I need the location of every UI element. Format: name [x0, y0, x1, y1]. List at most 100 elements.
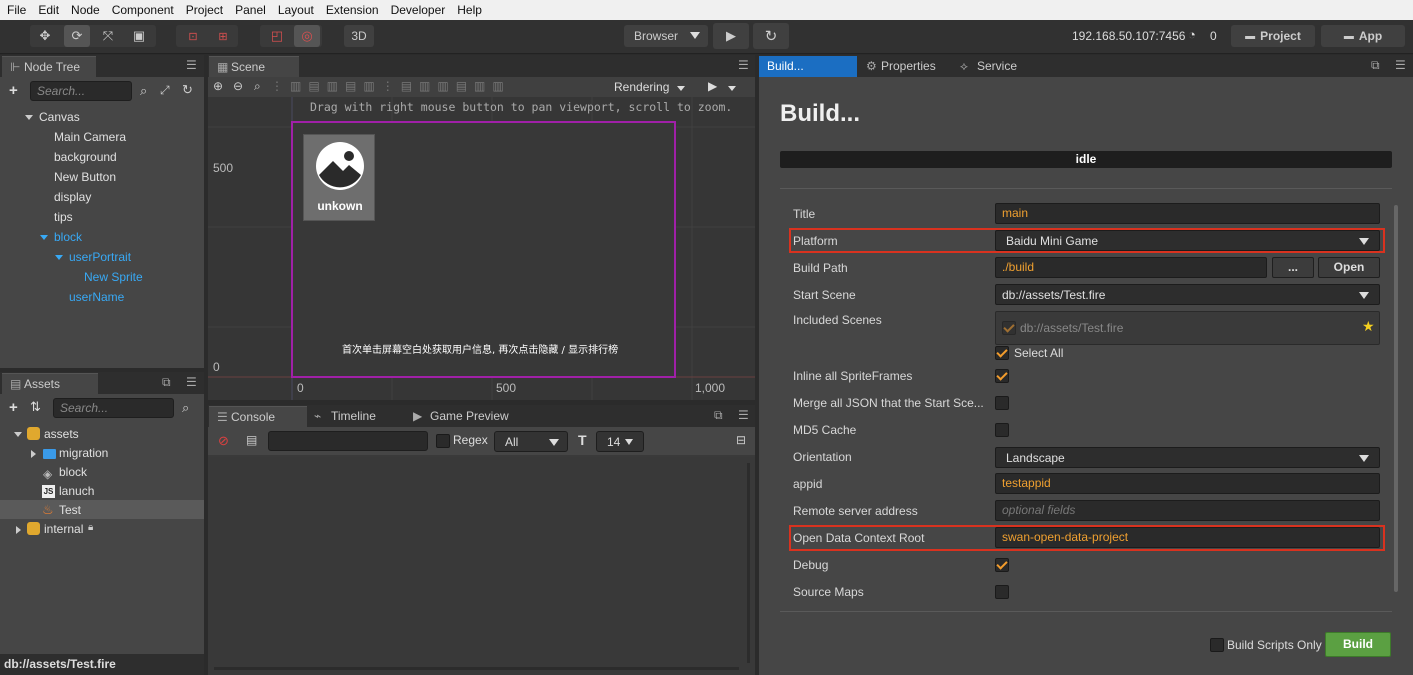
tree-node-user-portrait[interactable]: userPortrait [69, 250, 131, 264]
console-scrollbar[interactable] [747, 463, 750, 663]
menu-panel[interactable]: Panel [229, 3, 272, 17]
expand-icon[interactable]: ⤢ [160, 83, 170, 98]
remote-input[interactable]: optional fields [995, 500, 1380, 521]
menu-project[interactable]: Project [180, 3, 229, 17]
tab-timeline[interactable]: ⌁ Timeline [309, 406, 413, 427]
align-tools-icon[interactable]: ⋮▥▤▥▤▥⋮▤▥▥▤▥▥ [271, 79, 511, 93]
project-button[interactable]: ▬ Project [1231, 25, 1315, 47]
chevron-down-icon[interactable] [728, 86, 736, 91]
panel-menu-icon[interactable]: ☰ [1395, 59, 1407, 71]
select-all-checkbox[interactable] [995, 346, 1009, 360]
orientation-select[interactable]: Landscape [995, 447, 1380, 468]
rotate-tool-icon[interactable]: ⟳ [64, 25, 90, 47]
tree-node-background[interactable]: background [54, 150, 117, 164]
merge-checkbox[interactable] [995, 396, 1009, 410]
platform-select[interactable]: Baidu Mini Game [995, 230, 1380, 251]
asset-test[interactable]: Test [59, 503, 81, 517]
tree-node-tips[interactable]: tips [54, 210, 73, 224]
maximize-icon[interactable]: ⧉ [714, 409, 726, 421]
asset-assets[interactable]: assets [44, 427, 79, 441]
zoom-out-icon[interactable]: ⊖ [233, 79, 243, 93]
scene-viewport[interactable]: Drag with right mouse button to pan view… [208, 97, 755, 400]
panel-menu-icon[interactable]: ☰ [186, 59, 198, 71]
regex-checkbox[interactable] [436, 434, 450, 448]
collapse-icon[interactable]: ⊟ [736, 433, 746, 447]
clear-icon[interactable]: ⊘ [218, 433, 229, 449]
chevron-down-icon[interactable] [14, 432, 22, 437]
open-data-input[interactable]: swan-open-data-project [995, 527, 1380, 548]
chevron-down-icon[interactable] [40, 235, 48, 240]
chevron-right-icon[interactable] [16, 526, 21, 534]
browse-button[interactable]: ... [1272, 257, 1314, 278]
tab-console[interactable]: ☰ Console [209, 406, 307, 427]
rendering-select[interactable]: Rendering [614, 80, 669, 94]
zoom-in-icon[interactable]: ⊕ [213, 79, 223, 93]
asset-migration[interactable]: migration [59, 446, 108, 460]
panel-menu-icon[interactable]: ☰ [738, 59, 750, 71]
app-button[interactable]: ▬ App [1321, 25, 1405, 47]
console-hscrollbar[interactable] [214, 667, 739, 670]
mode-3d-button[interactable]: 3D [344, 25, 374, 47]
sort-icon[interactable]: ⇅ [30, 399, 41, 415]
chevron-down-icon[interactable] [677, 86, 685, 91]
tab-game-preview[interactable]: ▶ Game Preview [408, 406, 524, 427]
tab-node-tree[interactable]: ⊩ Node Tree [2, 56, 96, 77]
scene-checkbox[interactable] [1002, 321, 1016, 335]
tree-node-new-button[interactable]: New Button [54, 170, 116, 184]
add-node-icon[interactable]: + [9, 82, 18, 99]
menu-edit[interactable]: Edit [32, 3, 65, 17]
tab-properties[interactable]: ⚙ Properties [859, 56, 951, 77]
tree-node-new-sprite[interactable]: New Sprite [84, 270, 143, 284]
appid-input[interactable]: testappid [995, 473, 1380, 494]
add-asset-icon[interactable]: + [9, 399, 18, 416]
asset-lanuch[interactable]: lanuch [59, 484, 94, 498]
chevron-down-icon[interactable] [25, 115, 33, 120]
panel-menu-icon[interactable]: ☰ [738, 409, 750, 421]
asset-block[interactable]: block [59, 465, 87, 479]
menu-extension[interactable]: Extension [320, 3, 385, 17]
refresh-icon[interactable]: ↻ [182, 82, 193, 98]
tree-node-main-camera[interactable]: Main Camera [54, 130, 126, 144]
menu-layout[interactable]: Layout [272, 3, 320, 17]
maximize-icon[interactable]: ⧉ [1371, 59, 1383, 71]
play-button[interactable]: ▶ [713, 23, 749, 49]
title-input[interactable]: main [995, 203, 1380, 224]
menu-file[interactable]: File [0, 3, 32, 17]
tree-node-user-name[interactable]: userName [69, 290, 124, 304]
tab-assets[interactable]: ▤ Assets [2, 373, 98, 394]
open-button[interactable]: Open [1318, 257, 1380, 278]
tree-node-canvas[interactable]: Canvas [39, 110, 80, 124]
local-icon[interactable]: ⊞ [210, 25, 236, 47]
build-path-input[interactable]: ./build [995, 257, 1267, 278]
build-scrollbar[interactable] [1394, 205, 1398, 592]
move-tool-icon[interactable]: ✥ [33, 25, 57, 47]
search-icon[interactable]: ⌕ [182, 400, 189, 416]
pivot-icon[interactable]: ⊡ [180, 25, 206, 47]
menu-component[interactable]: Component [106, 3, 180, 17]
maximize-icon[interactable]: ⧉ [162, 376, 174, 388]
rect-tool-icon[interactable]: ▣ [127, 25, 151, 47]
scale-tool-icon[interactable]: ⤧ [96, 25, 120, 47]
zoom-reset-icon[interactable]: ⌕ [254, 79, 261, 94]
source-maps-checkbox[interactable] [995, 585, 1009, 599]
user-portrait-sprite[interactable]: unkown [303, 134, 375, 221]
start-scene-select[interactable]: db://assets/Test.fire [995, 284, 1380, 305]
asset-search-input[interactable]: Search... [53, 398, 174, 418]
menu-help[interactable]: Help [451, 3, 488, 17]
refresh-button[interactable]: ↻ [753, 23, 789, 49]
chevron-right-icon[interactable] [31, 450, 36, 458]
camera-icon[interactable]: ▶ [708, 79, 717, 93]
menu-developer[interactable]: Developer [385, 3, 452, 17]
gizmo-icon[interactable]: ◎ [294, 25, 320, 47]
node-search-input[interactable]: Search... [30, 81, 132, 101]
console-filter-input[interactable] [268, 431, 428, 451]
search-icon[interactable]: ⌕ [140, 83, 147, 99]
build-button[interactable]: Build [1325, 632, 1391, 657]
log-file-icon[interactable]: ▤ [246, 433, 257, 447]
tree-node-block[interactable]: block [54, 230, 82, 244]
debug-checkbox[interactable] [995, 558, 1009, 572]
tab-build[interactable]: Build... [759, 56, 857, 77]
tree-node-display[interactable]: display [54, 190, 91, 204]
browser-select[interactable]: Browser [624, 25, 708, 47]
snap-icon[interactable]: ◰ [264, 25, 290, 47]
